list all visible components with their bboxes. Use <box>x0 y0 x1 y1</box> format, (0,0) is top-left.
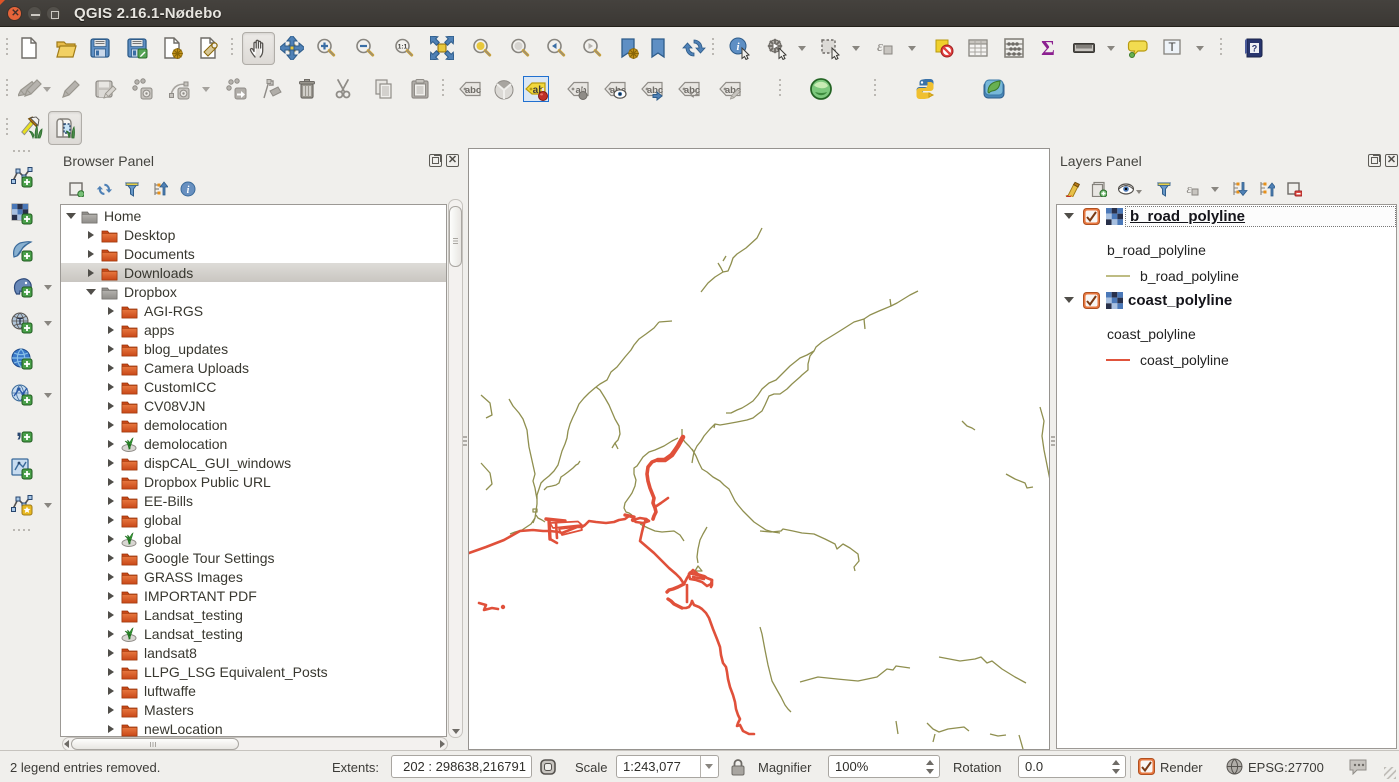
svg-text:abc: abc <box>465 85 481 96</box>
svg-text:i: i <box>187 185 190 196</box>
svg-text:1:1: 1:1 <box>398 44 408 51</box>
svg-text:ε: ε <box>877 39 883 55</box>
svg-text:T: T <box>1168 40 1176 54</box>
svg-text:Σ: Σ <box>1041 36 1055 60</box>
svg-text:,: , <box>16 420 22 441</box>
svg-text:?: ? <box>1252 44 1258 54</box>
